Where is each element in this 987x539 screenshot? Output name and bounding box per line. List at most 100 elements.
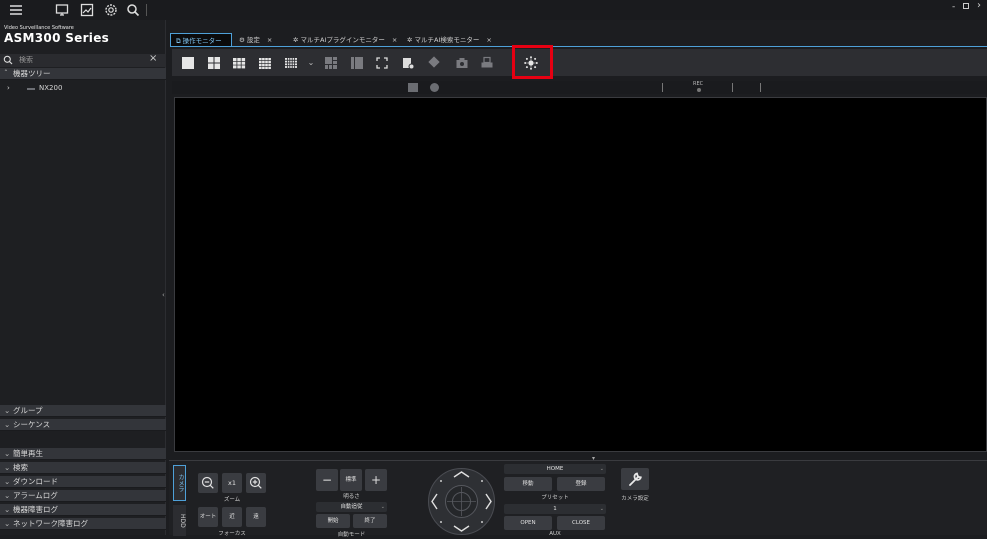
tab-multi-ai-plugin-monitor[interactable]: ✲ マルチAIプラグインモニター × [288,33,400,47]
layout-16-screen-button[interactable] [255,53,274,72]
sidebar-section-3[interactable]: ⌄ 簡単再生 [0,448,166,460]
auto-mode-start-button[interactable]: 開始 [316,514,350,528]
panel-toggle-icon[interactable]: ▾ [592,455,595,462]
brightness-plus-button[interactable]: + [365,469,387,491]
sidebar-section-8[interactable]: ⌄ ネットワーク障害ログ [0,518,166,530]
aux-select[interactable]: 1 ⌄ [504,504,606,514]
sidebar-section-label: シーケンス [13,420,51,429]
gear-icon[interactable] [103,2,119,18]
auto-mode-select[interactable]: 自動追従 ⌄ [316,502,387,512]
camera-info-strip: REC [172,81,987,94]
print-icon [481,56,492,67]
brand-title: ASM300 Series [4,31,110,45]
camera-control-panel: ▾ カメラ HDD x1 ズーム オート 近 遠 フォーカス − 標準 + 明る… [169,455,987,538]
monitor-icon[interactable] [54,2,70,18]
brightness-standard-button[interactable]: 標準 [340,469,362,491]
zoom-x1-button[interactable]: x1 [222,473,242,493]
ptz-pad-icon [428,468,495,535]
sequence-button[interactable] [398,53,417,72]
maximize-icon[interactable] [963,3,969,9]
tree-item-label: NX200 [39,84,63,92]
search-clear-button[interactable]: × [149,53,157,64]
menu-icon[interactable] [8,2,24,18]
tree-section-header[interactable]: ˆ 機器ツリー [0,68,166,80]
sidebar-section-7[interactable]: ⌄ 機器障害ログ [0,504,166,516]
close-tab-icon[interactable]: × [392,36,397,44]
preset-move-button[interactable]: 移動 [504,477,552,491]
layout-option-button[interactable] [321,53,340,72]
print-button[interactable] [477,53,496,72]
layout-option-button[interactable] [347,53,366,72]
tree-item[interactable]: › NX200 [0,82,166,95]
brightness-minus-button[interactable]: − [316,469,338,491]
sidebar-section-1[interactable]: ⌄ グループ [0,405,166,417]
camera-settings-button[interactable] [621,468,649,490]
collapse-sidebar-handle[interactable]: ‹ [162,291,165,299]
fullscreen-icon [375,56,388,69]
minimize-icon[interactable]: ‐ [952,2,955,12]
layout-4-icon [207,56,220,69]
tab-multi-ai-search-monitor[interactable]: ✲ マルチAI検索モニター × [402,33,502,47]
focus-far-button[interactable]: 遠 [246,507,266,527]
tab-operation-monitor[interactable]: ⧉ 操作モニター [170,33,232,47]
fullscreen-button[interactable] [372,53,391,72]
sidebar-section-5[interactable]: ⌄ ダウンロード [0,476,166,488]
layout-9-screen-button[interactable] [229,53,248,72]
layout-list-icon [350,56,363,69]
brightness-label: 明るさ [343,494,360,500]
search-input[interactable]: 検索 [19,55,33,65]
ai-plugin-icon: ✲ [293,36,299,44]
monitor-icon: ⧉ [176,37,181,45]
snapshot-button[interactable] [452,53,471,72]
sidebar-section-label: ネットワーク障害ログ [13,519,88,528]
chevron-down-icon: ⌄ [4,449,11,458]
layout-25-screen-button[interactable] [281,53,300,72]
chevron-down-icon: ⌄ [4,519,11,528]
image-monitor-icon[interactable] [79,2,95,18]
focus-near-button[interactable]: 近 [222,507,242,527]
alert-status-icon [430,83,439,92]
wrench-icon [629,472,642,486]
ptz-control-pad[interactable] [427,467,496,536]
event-button[interactable] [424,53,443,72]
sidebar-section-label: 機器障害ログ [13,505,58,514]
sequence-icon [402,57,414,69]
recorder-icon [27,88,35,90]
live-video-area[interactable] [174,97,987,452]
chevron-down-icon: ⌄ [4,505,11,514]
aux-close-button[interactable]: CLOSE [557,516,605,530]
layout-1-icon [181,56,194,69]
close-tab-icon[interactable]: × [486,36,491,44]
event-icon [427,55,440,68]
close-tab-icon[interactable]: × [267,36,272,44]
auto-mode-end-button[interactable]: 終了 [353,514,387,528]
focus-auto-button[interactable]: オート [198,507,218,527]
chevron-down-icon: ⌄ [599,506,604,512]
layout-dropdown-chevron-icon[interactable]: ⌄ [306,53,316,72]
tab-hdd[interactable]: HDD [173,505,186,536]
layout-grid-icon [324,56,337,69]
layout-4-screen-button[interactable] [204,53,223,72]
divider [760,83,761,92]
layout-16-icon [258,57,271,69]
zoom-in-button[interactable] [246,473,266,493]
aux-open-button[interactable]: OPEN [504,516,552,530]
search-box[interactable]: 検索 × [0,53,166,67]
layout-1-screen-button[interactable] [178,53,197,72]
preset-select[interactable]: HOME ⌄ [504,464,606,474]
tab-camera[interactable]: カメラ [173,465,186,501]
sidebar-section-6[interactable]: ⌄ アラームログ [0,490,166,502]
search-icon[interactable] [125,2,141,18]
tab-settings[interactable]: ⚙ 設定 × [234,33,286,47]
close-icon[interactable]: › [977,0,981,11]
focus-label: フォーカス [218,531,246,537]
chevron-down-icon: ⌄ [4,463,11,472]
sidebar-section-4[interactable]: ⌄ 検索 [0,462,166,474]
preset-register-button[interactable]: 登録 [557,477,605,491]
camera-icon [456,57,467,68]
zoom-out-button[interactable] [198,473,218,493]
sidebar-section-2[interactable]: ⌄ シーケンス [0,419,166,431]
chevron-down-icon: ⌄ [4,477,11,486]
chevron-down-icon: ⌄ [599,466,604,472]
gear-icon: ⚙ [239,36,245,44]
